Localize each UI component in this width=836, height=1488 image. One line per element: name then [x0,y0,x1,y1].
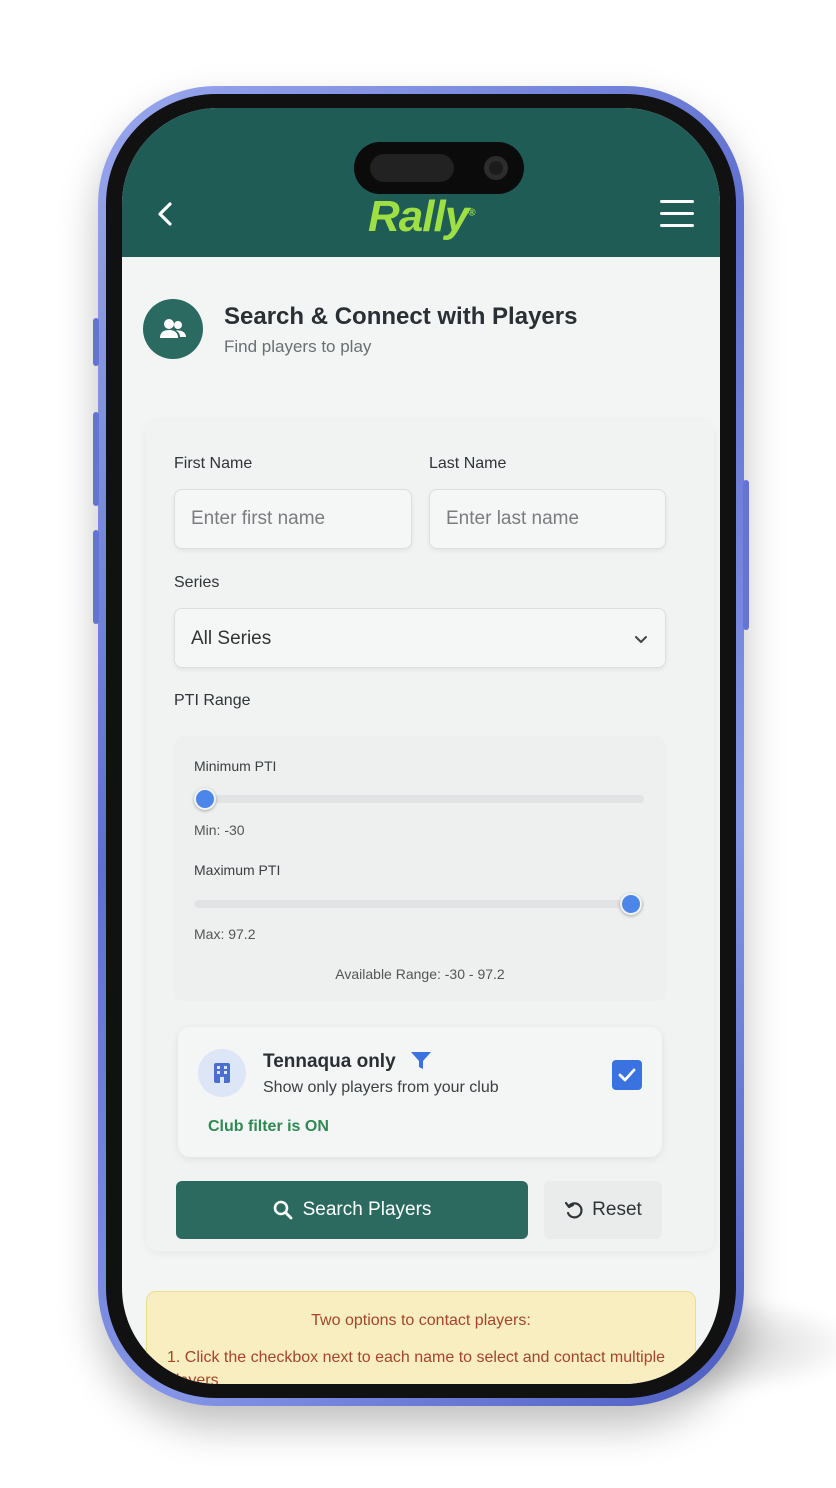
side-button [93,318,99,366]
users-icon [143,299,203,359]
search-icon [273,1200,292,1220]
pti-range-label: PTI Range [174,692,251,709]
min-pti-label: Minimum PTI [194,758,277,774]
min-pti-value: Min: -30 [194,822,245,838]
notice-body: 1. Click the checkbox next to each name … [167,1349,666,1384]
club-filter-box[interactable]: Tennaqua only Show only players from you… [178,1027,662,1157]
first-name-input[interactable] [174,489,412,549]
min-pti-thumb[interactable] [194,788,216,810]
power-button [743,480,749,630]
search-form-card: First Name Last Name Series All Series P… [146,421,714,1251]
reset-icon [565,1201,583,1219]
club-filter-checkbox[interactable] [612,1060,642,1090]
filter-icon [410,1051,432,1071]
min-pti-track[interactable] [194,795,644,803]
pti-range-box: Minimum PTI Min: -30 Maximum PTI Max: 97… [174,736,666,1001]
search-players-label: Search Players [302,1199,432,1220]
max-pti-thumb[interactable] [620,893,642,915]
series-select[interactable]: All Series [174,608,666,668]
app-logo[interactable]: Rally® [368,192,476,242]
page-title: Search & Connect with Players [224,303,578,330]
chevron-down-icon [631,629,651,649]
last-name-label: Last Name [429,455,507,472]
last-name-input[interactable] [429,489,666,549]
phone-frame: Rally® Search & Connect with Players Fin… [93,86,749,1406]
contact-notice: Two options to contact players: 1. Click… [146,1291,696,1384]
first-name-label: First Name [174,455,253,472]
screen: Rally® Search & Connect with Players Fin… [122,108,720,1384]
dynamic-island [354,142,524,194]
page-subtitle: Find players to play [224,337,372,356]
club-filter-title: Tennaqua only [263,1051,396,1072]
club-filter-description: Show only players from your club [263,1079,499,1096]
available-range-text: Available Range: -30 - 97.2 [335,966,505,982]
reset-label: Reset [592,1199,642,1220]
logo-text: Rally [368,192,469,241]
camera-icon [484,156,508,180]
notice-title: Two options to contact players: [311,1312,531,1329]
phone-bezel: Rally® Search & Connect with Players Fin… [106,94,736,1398]
volume-down-button [93,530,99,624]
series-select-value: All Series [191,628,272,649]
max-pti-track[interactable] [194,900,644,908]
check-icon [618,1068,636,1082]
search-players-button[interactable]: Search Players [176,1181,528,1239]
club-filter-status: Club filter is ON [208,1118,329,1135]
back-icon[interactable] [148,196,184,232]
menu-icon[interactable] [660,200,694,228]
max-pti-value: Max: 97.2 [194,926,256,942]
building-icon [198,1049,246,1097]
series-label: Series [174,574,220,591]
volume-up-button [93,412,99,506]
max-pti-label: Maximum PTI [194,862,281,878]
reset-button[interactable]: Reset [544,1181,662,1239]
